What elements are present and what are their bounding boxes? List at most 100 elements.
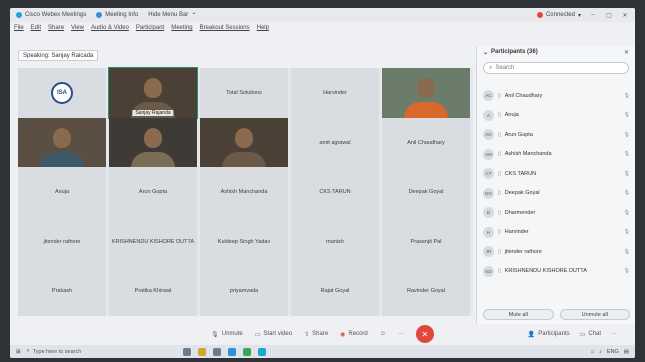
video-tile[interactable]: jitender rathore xyxy=(18,216,106,267)
taskbar-search-input[interactable]: ⌕ Type here to search xyxy=(27,348,137,355)
mic-muted-icon[interactable]: 🎙 xyxy=(624,229,630,235)
notifications-icon[interactable]: ▤ xyxy=(624,349,629,355)
mic-muted-icon[interactable]: 🎙 xyxy=(624,112,630,118)
menu-item-edit[interactable]: Edit xyxy=(31,25,41,31)
participant-row[interactable]: H ▯ Harvinder 🎙 xyxy=(477,223,635,243)
close-panel-icon[interactable]: ✕ xyxy=(624,49,629,56)
participant-row[interactable]: DG ▯ Deepak Goyal 🎙 xyxy=(477,184,635,204)
tile-name-label: Sanjay Rajanda xyxy=(132,110,174,116)
video-tile[interactable]: Ashish Manchanda xyxy=(200,167,288,217)
mic-muted-icon[interactable]: 🎙 xyxy=(624,249,630,255)
menu-item-meeting[interactable]: Meeting xyxy=(171,25,192,31)
mic-muted-icon[interactable]: 🎙 xyxy=(624,171,630,177)
video-tile[interactable]: Pratika Khirwal xyxy=(109,266,197,316)
video-tile[interactable] xyxy=(382,68,470,118)
video-tile[interactable]: Prasenjit Pal xyxy=(382,216,470,267)
video-tile[interactable]: Deepak Goyal xyxy=(382,167,470,217)
video-tile[interactable]: Anil Chaudhary xyxy=(382,117,470,168)
close-icon[interactable]: ✕ xyxy=(621,12,629,19)
video-tile[interactable]: amit agrawal xyxy=(291,117,379,168)
video-tile[interactable]: Sanjay Rajanda xyxy=(108,67,198,119)
participant-search-input[interactable]: ⌕ Search xyxy=(483,62,629,74)
device-icon: ▯ xyxy=(498,92,501,99)
participants-button[interactable]: 👤 Participants xyxy=(528,331,570,338)
mic-muted-icon[interactable]: 🎙 xyxy=(624,210,630,216)
more-panels-button[interactable]: ··· xyxy=(611,331,617,338)
task-view-icon[interactable] xyxy=(182,347,191,356)
video-tile[interactable]: Prakash xyxy=(18,266,106,316)
mic-muted-icon[interactable]: 🎙 xyxy=(624,132,630,138)
menu-item-help[interactable]: Help xyxy=(257,25,269,31)
video-tile[interactable]: CKS TARUN xyxy=(291,167,379,217)
video-tile[interactable]: manish xyxy=(291,216,379,267)
menu-item-audio-video[interactable]: Audio & Video xyxy=(91,25,129,31)
record-button[interactable]: ◉ Record xyxy=(340,331,368,338)
unmute-button[interactable]: 🎙 Unmute xyxy=(211,331,243,338)
windows-start-icon[interactable]: ⊞ xyxy=(16,349,21,355)
chat-button[interactable]: ▭ Chat xyxy=(580,331,601,338)
participant-row[interactable]: AM ▯ Ashish Manchanda 🎙 xyxy=(477,145,635,165)
chevron-up-icon: ⌃ xyxy=(191,12,197,19)
language-indicator[interactable]: ENG xyxy=(607,349,619,355)
more-icon: ··· xyxy=(611,331,617,337)
connection-status[interactable]: Connected ▾ xyxy=(536,12,581,19)
video-tile[interactable]: Anuja xyxy=(18,167,106,217)
meeting-info-button[interactable]: Meeting Info xyxy=(96,12,138,18)
mic-muted-icon[interactable]: 🎙 xyxy=(624,93,630,99)
participant-row[interactable]: AG ▯ Arun Gupta 🎙 xyxy=(477,125,635,145)
minimize-icon[interactable]: – xyxy=(589,12,597,18)
reactions-button[interactable]: ☺ xyxy=(380,331,386,337)
menu-item-view[interactable]: View xyxy=(71,25,84,31)
menu-item-share[interactable]: Share xyxy=(48,25,64,31)
mic-muted-icon[interactable]: 🎙 xyxy=(624,151,630,157)
participant-row[interactable]: KD ▯ KRISHNENDU KISHORE DUTTA 🎙 xyxy=(477,262,635,282)
tile-name-label: Pratika Khirwal xyxy=(134,288,172,294)
video-tile[interactable]: ISA xyxy=(18,68,106,118)
video-tile[interactable]: Total Solutions xyxy=(200,68,288,118)
video-tile[interactable] xyxy=(200,117,288,168)
chrome-icon[interactable] xyxy=(242,347,251,356)
video-tile[interactable]: Kuldeep Singh Yadav xyxy=(200,216,288,267)
participant-row[interactable]: A ▯ Anuja 🎙 xyxy=(477,106,635,126)
video-tile[interactable]: Ravinder Goyal xyxy=(382,266,470,316)
end-call-button[interactable]: ✕ xyxy=(415,325,434,343)
menu-item-file[interactable]: File xyxy=(14,25,24,31)
edge-icon[interactable] xyxy=(227,347,236,356)
mic-muted-icon[interactable]: 🎙 xyxy=(624,268,630,274)
participant-row[interactable]: D ▯ Dharmender 🎙 xyxy=(477,203,635,223)
menu-item-breakout-sessions[interactable]: Breakout Sessions xyxy=(200,25,250,31)
more-options-button[interactable]: ··· xyxy=(398,331,404,337)
video-tile[interactable]: Arun Gupta xyxy=(109,167,197,217)
video-tile[interactable] xyxy=(109,117,197,168)
video-tile[interactable] xyxy=(18,117,106,168)
participant-row[interactable]: AC ▯ Anil Chaudhary 🎙 xyxy=(477,86,635,106)
store-icon[interactable] xyxy=(212,347,221,356)
share-button[interactable]: ⇧ Share xyxy=(304,331,328,338)
start-video-button[interactable]: ▭ Start video xyxy=(255,331,292,338)
people-icon: 👤 xyxy=(527,331,536,338)
avatar: KD xyxy=(483,265,494,277)
file-explorer-icon[interactable] xyxy=(197,347,206,356)
menu-item-participant[interactable]: Participant xyxy=(136,25,164,31)
video-tile[interactable]: KRISHNENDU KISHORE DUTTA xyxy=(109,216,197,267)
participant-row[interactable]: CT ▯ CKS TARUN 🎙 xyxy=(477,164,635,184)
tile-name-label: Anil Chaudhary xyxy=(407,139,445,146)
unmute-all-button[interactable]: Unmute all xyxy=(559,309,630,320)
device-icon: ▯ xyxy=(498,170,501,177)
video-tile[interactable]: Rajat Goyal xyxy=(291,266,379,316)
participant-row[interactable]: JR ▯ jitender rathore 🎙 xyxy=(477,242,635,262)
tile-name-label: Total Solutions xyxy=(226,90,262,96)
video-tile[interactable]: priyamvada xyxy=(200,266,288,316)
hide-menu-bar-button[interactable]: Hide Menu Bar ⌃ xyxy=(148,12,196,19)
webex-taskbar-icon[interactable] xyxy=(257,347,266,356)
network-icon[interactable]: ⌂ xyxy=(591,349,594,355)
volume-icon[interactable]: ♪ xyxy=(599,349,602,355)
chevron-down-icon[interactable]: ⌄ xyxy=(483,49,488,56)
info-icon xyxy=(96,12,103,18)
mute-all-button[interactable]: Mute all xyxy=(483,309,554,320)
maximize-icon[interactable]: ▢ xyxy=(605,12,613,19)
video-grid: ISA Sanjay Rajanda Total Solutions Harvinde… xyxy=(18,67,473,316)
avatar: AM xyxy=(483,148,494,160)
mic-muted-icon[interactable]: 🎙 xyxy=(624,190,630,196)
video-tile[interactable]: Harvinder xyxy=(291,68,379,118)
